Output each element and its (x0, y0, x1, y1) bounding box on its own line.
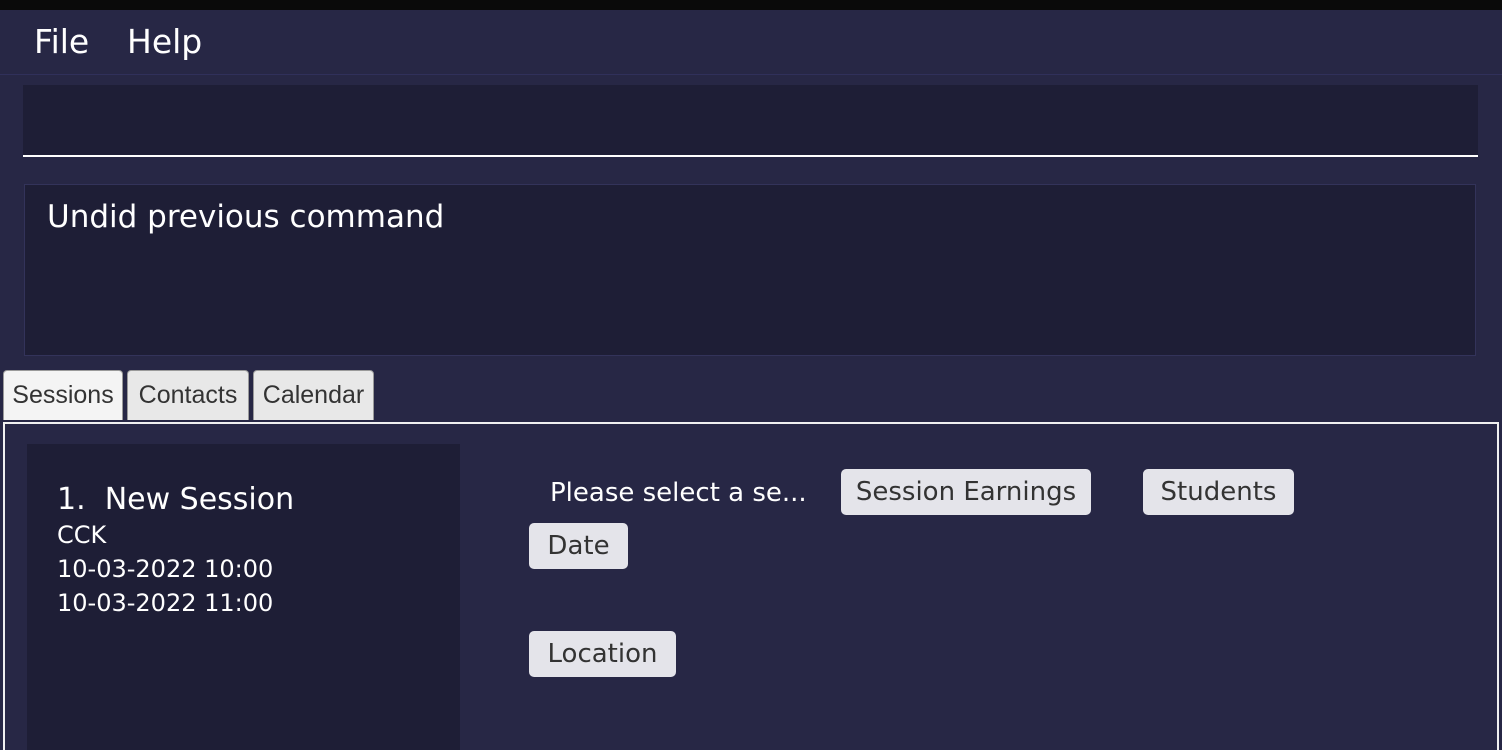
tab-contacts[interactable]: Contacts (127, 370, 249, 420)
session-location: CCK (57, 521, 107, 549)
tab-bar: Sessions Contacts Calendar (0, 368, 1502, 422)
app-window: File Help Undid previous command Session… (0, 0, 1502, 750)
session-list[interactable]: 1. New Session CCK 10-03-2022 10:00 10-0… (27, 444, 460, 750)
tab-calendar[interactable]: Calendar (253, 370, 374, 420)
students-label: Students (1143, 469, 1294, 515)
location-label: Location (529, 631, 676, 677)
session-index: 1. (57, 482, 86, 517)
session-end-time: 10-03-2022 11:00 (57, 589, 274, 617)
session-start-time: 10-03-2022 10:00 (57, 555, 274, 583)
command-input[interactable] (23, 85, 1478, 155)
sessions-content-pane: 1. New Session CCK 10-03-2022 10:00 10-0… (3, 422, 1499, 750)
tab-sessions[interactable]: Sessions (3, 370, 123, 420)
result-message: Undid previous command (47, 199, 445, 235)
session-card[interactable]: 1. New Session CCK 10-03-2022 10:00 10-0… (57, 482, 294, 620)
date-label: Date (529, 523, 628, 569)
result-display: Undid previous command (24, 184, 1476, 356)
menu-bar: File Help (0, 10, 1502, 75)
session-title: 1. New Session (57, 482, 294, 518)
menu-file[interactable]: File (34, 22, 89, 62)
menu-help[interactable]: Help (127, 22, 202, 62)
session-name: New Session (104, 482, 295, 517)
session-earnings-label: Session Earnings (841, 469, 1091, 515)
command-box (23, 85, 1478, 157)
window-top-border (0, 0, 1502, 10)
select-session-prompt: Please select a se... (550, 478, 807, 508)
